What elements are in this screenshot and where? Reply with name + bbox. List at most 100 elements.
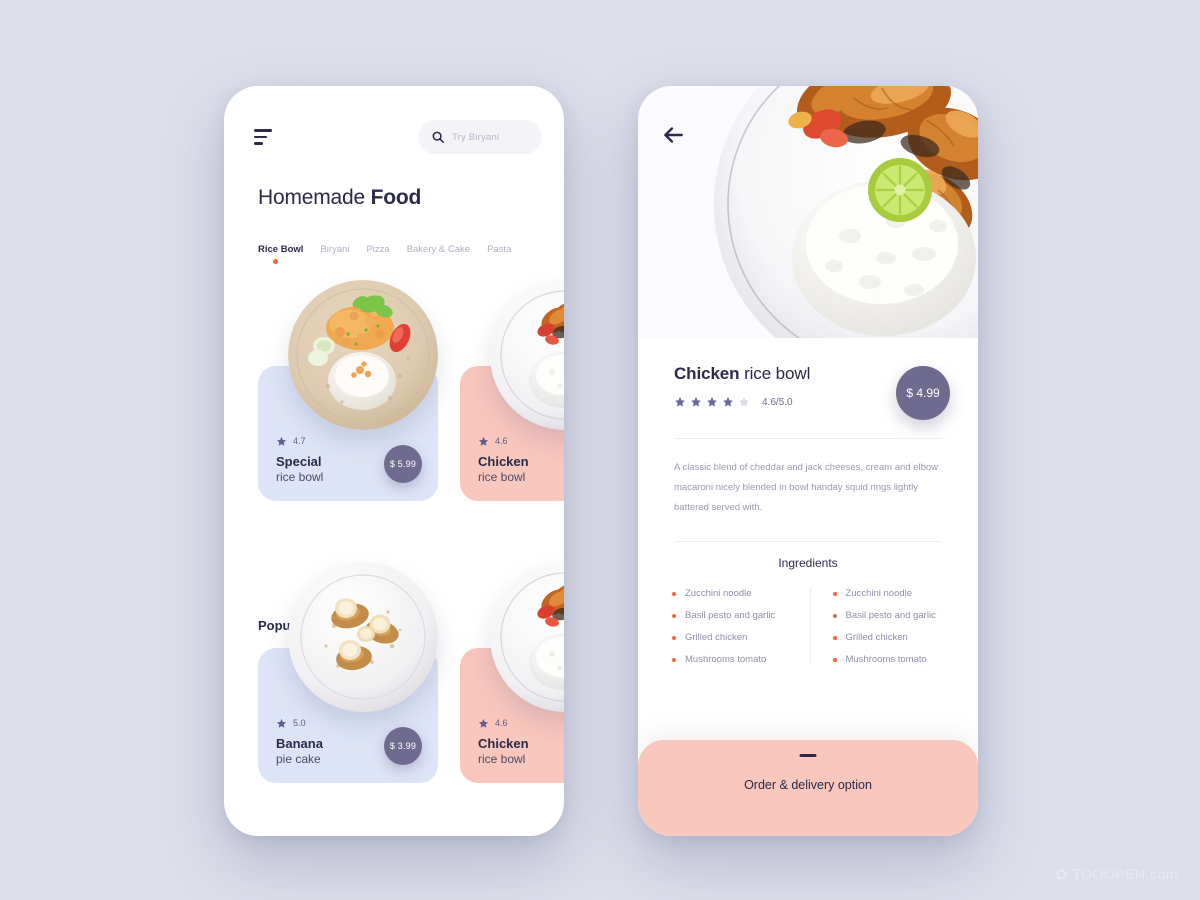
chicken-rice-bowl-photo bbox=[490, 562, 564, 712]
list-screen: Try Biryani Homemade Food Rice Bowl Biry… bbox=[224, 86, 564, 836]
ingredients-column-right: Zucchini noodle Basil pesto and garlic G… bbox=[809, 588, 953, 665]
card-meta: 4.6 Chicken rice bowl bbox=[478, 718, 529, 767]
hamburger-icon[interactable] bbox=[254, 129, 276, 145]
rating-line: 5.0 bbox=[276, 718, 323, 729]
ingredients-heading: Ingredients bbox=[778, 556, 838, 570]
divider bbox=[674, 541, 942, 542]
dish-subtitle: rice bowl bbox=[276, 470, 324, 484]
popular-card-row: 5.0 Banana pie cake $ 3.99 4.6 Chicken r… bbox=[258, 562, 564, 783]
price-badge[interactable]: $ 5.99 bbox=[384, 445, 422, 483]
price-badge[interactable]: $ 3.99 bbox=[384, 727, 422, 765]
bullet-icon bbox=[832, 591, 837, 596]
dish-name: Special bbox=[276, 453, 322, 469]
card-meta: 5.0 Banana pie cake bbox=[276, 718, 323, 767]
star-icon bbox=[276, 436, 287, 446]
tab-label: Pizza bbox=[366, 244, 390, 255]
arrow-left-icon bbox=[664, 127, 683, 143]
dish-subtitle: rice bowl bbox=[478, 470, 526, 484]
list-topbar: Try Biryani bbox=[254, 118, 542, 156]
search-placeholder: Try Biryani bbox=[452, 131, 500, 143]
bullet-icon bbox=[832, 657, 837, 662]
ingredient-label: Zucchini noodle bbox=[845, 588, 913, 599]
search-icon bbox=[432, 131, 445, 144]
ingredient-label: Zucchini noodle bbox=[685, 588, 752, 599]
detail-price-badge: $ 4.99 bbox=[896, 366, 950, 420]
ingredient-label: Grilled chicken bbox=[845, 632, 908, 643]
drag-handle-icon[interactable] bbox=[799, 754, 817, 757]
food-card-chicken-rice-bowl[interactable]: 4.6 Chicken rice bowl $ 4.99 bbox=[460, 280, 564, 501]
dish-subtitle: rice bowl bbox=[478, 752, 526, 766]
watermark-logo-icon bbox=[1057, 869, 1067, 879]
ingredient-item: Basil pesto and garlic bbox=[832, 610, 953, 621]
back-button[interactable] bbox=[660, 122, 686, 148]
dish-name: Chicken bbox=[478, 453, 529, 469]
star-icon bbox=[691, 397, 701, 407]
tab-pasta[interactable]: Pasta bbox=[487, 244, 511, 264]
page-title-bold: Food bbox=[370, 186, 422, 209]
tab-biryani[interactable]: Biryani bbox=[320, 244, 349, 264]
bullet-icon bbox=[672, 613, 676, 618]
food-card-banana-pie-cake[interactable]: 5.0 Banana pie cake $ 3.99 bbox=[258, 562, 438, 783]
rating-line: 4.6 bbox=[478, 436, 529, 447]
chicken-rice-bowl-hero-photo bbox=[638, 86, 978, 338]
tab-label: Pasta bbox=[487, 244, 512, 255]
dish-subtitle: pie cake bbox=[276, 752, 321, 766]
star-icon bbox=[723, 397, 733, 407]
card-meta: 4.6 Chicken rice bowl bbox=[478, 436, 529, 485]
rating-text: 4.6/5.0 bbox=[762, 396, 793, 408]
tab-label: Rice Bowl bbox=[258, 244, 304, 255]
tab-label: Bakery & Cake bbox=[406, 244, 471, 255]
detail-title-light: rice bowl bbox=[744, 364, 811, 383]
food-card-special-rice-bowl[interactable]: 4.7 Special rice bowl $ 5.99 bbox=[258, 280, 438, 501]
detail-title: Chicken rice bowl bbox=[674, 364, 810, 384]
rating-value: 4.6 bbox=[495, 718, 508, 729]
rating-value: 5.0 bbox=[293, 718, 306, 729]
chicken-rice-bowl-photo bbox=[490, 280, 564, 430]
ingredient-label: Basil pesto and garlic bbox=[685, 610, 776, 621]
bullet-icon bbox=[832, 635, 837, 640]
food-card-chicken-rice-bowl-popular[interactable]: 4.6 Chicken rice bowl $ 4.99 bbox=[460, 562, 564, 783]
star-icon bbox=[478, 436, 489, 446]
special-rice-bowl-photo bbox=[288, 280, 438, 430]
ingredients-columns: Zucchini noodle Basil pesto and garlic G… bbox=[672, 588, 952, 665]
page-title: Homemade Food bbox=[258, 186, 421, 210]
bullet-icon bbox=[672, 591, 676, 596]
order-delivery-label: Order & delivery option bbox=[744, 778, 872, 792]
detail-description: A classic blend of cheddar and jack chee… bbox=[674, 462, 939, 513]
rating-value: 4.6 bbox=[495, 436, 508, 447]
page-title-light: Homemade bbox=[258, 186, 371, 209]
star-icon bbox=[675, 397, 685, 407]
watermark: TOOOPEN.com bbox=[1055, 866, 1178, 882]
detail-rating: 4.6/5.0 bbox=[674, 396, 793, 408]
rating-line: 4.6 bbox=[478, 718, 529, 729]
ingredient-item: Mushrooms tomato bbox=[832, 654, 953, 665]
card-meta: 4.7 Special rice bowl bbox=[276, 436, 323, 485]
tab-rice-bowl[interactable]: Rice Bowl bbox=[258, 244, 303, 264]
star-icon bbox=[707, 397, 717, 407]
ingredient-item: Zucchini noodle bbox=[832, 588, 953, 599]
detail-screen: Chicken rice bowl 4.6/5.0 $ 4.99 A class… bbox=[638, 86, 978, 836]
bullet-icon bbox=[832, 613, 837, 618]
tab-bakery-cake[interactable]: Bakery & Cake bbox=[407, 244, 470, 264]
star-icon bbox=[276, 718, 287, 728]
divider bbox=[674, 438, 942, 439]
star-icon bbox=[478, 718, 489, 728]
order-delivery-panel[interactable]: Order & delivery option bbox=[638, 740, 978, 836]
search-input[interactable]: Try Biryani bbox=[418, 120, 542, 154]
ingredient-item: Mushrooms tomato bbox=[672, 654, 792, 665]
ingredient-label: Grilled chicken bbox=[685, 632, 748, 643]
bullet-icon bbox=[672, 635, 676, 640]
phone-detail-screen: Chicken rice bowl 4.6/5.0 $ 4.99 A class… bbox=[638, 86, 978, 836]
ingredient-item: Grilled chicken bbox=[672, 632, 792, 643]
watermark-text: TOOOPEN.com bbox=[1072, 866, 1178, 882]
dish-name: Banana bbox=[276, 735, 323, 751]
ingredient-item: Zucchini noodle bbox=[672, 588, 792, 599]
phone-list-screen: Try Biryani Homemade Food Rice Bowl Biry… bbox=[224, 86, 564, 836]
ingredient-label: Basil pesto and garlic bbox=[845, 610, 936, 621]
ingredient-item: Basil pesto and garlic bbox=[672, 610, 792, 621]
category-tabs: Rice Bowl Biryani Pizza Bakery & Cake Pa… bbox=[258, 244, 550, 264]
tab-pizza[interactable]: Pizza bbox=[366, 244, 389, 264]
star-icon-empty bbox=[739, 397, 749, 407]
tab-label: Biryani bbox=[320, 244, 350, 255]
detail-title-bold: Chicken bbox=[674, 364, 745, 383]
